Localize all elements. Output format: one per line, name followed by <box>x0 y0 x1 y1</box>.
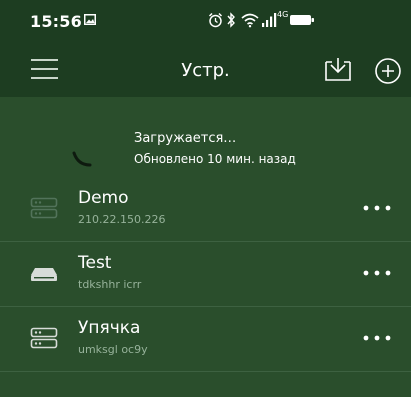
status-bar: 15:56 4G <box>0 0 411 42</box>
add-icon[interactable] <box>374 57 402 85</box>
device-name: Test <box>78 253 112 273</box>
more-options-icon[interactable] <box>359 265 395 281</box>
battery-icon <box>290 15 314 25</box>
device-list[interactable]: Загружается… Обновлено 10 мин. назад Dem… <box>0 97 411 397</box>
server-icon <box>30 327 58 349</box>
export-icon[interactable] <box>323 56 353 82</box>
loading-status: Загружается… <box>134 131 237 146</box>
device-row[interactable]: Test tdkshhr icrr <box>0 242 411 307</box>
wifi-icon <box>241 13 259 28</box>
device-row[interactable]: Demo 210.22.150.226 <box>0 177 411 242</box>
device-address: 210.22.150.226 <box>78 213 166 226</box>
app-screen: 15:56 4G Устр. Загружается… Обновлено 10… <box>0 0 411 397</box>
router-icon <box>31 268 57 281</box>
alarm-icon <box>208 12 223 28</box>
bluetooth-icon <box>227 12 235 28</box>
signal-icon <box>262 13 277 27</box>
more-options-icon[interactable] <box>359 200 395 216</box>
device-name: Demo <box>78 188 129 208</box>
refresh-spinner-icon <box>72 151 92 167</box>
device-row[interactable]: Упячка umksgl oc9y <box>0 307 411 372</box>
device-address: umksgl oc9y <box>78 343 148 356</box>
app-toolbar: Устр. <box>0 42 411 97</box>
pull-to-refresh-header: Загружается… Обновлено 10 мин. назад <box>0 97 411 187</box>
network-type-label: 4G <box>277 10 289 19</box>
image-notification-icon <box>84 14 96 25</box>
device-name: Упячка <box>78 318 141 338</box>
last-updated-text: Обновлено 10 мин. назад <box>134 152 296 166</box>
server-icon <box>30 197 58 219</box>
more-options-icon[interactable] <box>359 330 395 346</box>
status-time: 15:56 <box>30 12 82 31</box>
device-address: tdkshhr icrr <box>78 278 142 291</box>
